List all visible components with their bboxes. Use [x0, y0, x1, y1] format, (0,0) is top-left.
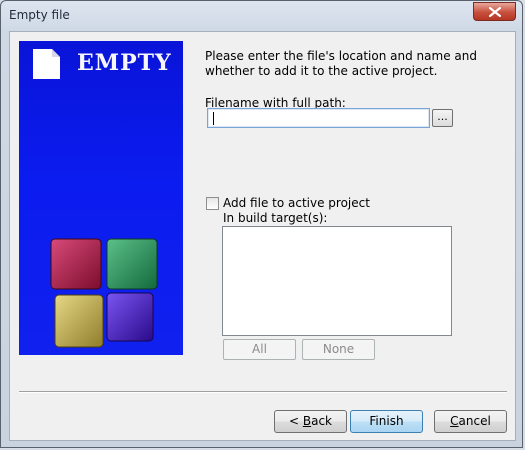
empty-file-dialog: Empty file EMPTY Please enter the file's…: [0, 0, 523, 448]
wizard-banner: EMPTY: [19, 41, 183, 355]
instruction-line-1: Please enter the file's location and nam…: [205, 49, 477, 63]
separator-line: [19, 391, 507, 393]
dialog-body: EMPTY Please enter the file's location a…: [9, 31, 516, 441]
cancel-button[interactable]: Cancel: [434, 410, 507, 433]
select-all-button[interactable]: All: [223, 339, 296, 360]
window-title: Empty file: [9, 8, 70, 22]
select-none-button[interactable]: None: [302, 339, 375, 360]
add-to-project-checkbox[interactable]: [206, 197, 219, 210]
build-targets-label: In build target(s):: [223, 211, 328, 225]
filename-input[interactable]: [207, 108, 430, 128]
close-x-icon: [489, 7, 501, 17]
finish-button[interactable]: Finish: [350, 410, 423, 433]
cancel-rest: ancel: [458, 414, 491, 428]
add-to-project-label[interactable]: Add file to active project: [223, 196, 370, 210]
text-caret: [213, 112, 214, 125]
close-button[interactable]: [473, 2, 516, 21]
back-mnemonic: B: [302, 414, 312, 428]
back-button[interactable]: < Back: [274, 410, 347, 433]
browse-button[interactable]: ...: [432, 109, 453, 127]
build-targets-list[interactable]: [222, 226, 452, 336]
document-icon: [33, 49, 60, 79]
title-bar[interactable]: Empty file: [1, 1, 522, 31]
cancel-mnemonic: C: [450, 414, 459, 428]
banner-title: EMPTY: [77, 50, 172, 76]
back-prefix: <: [288, 414, 303, 428]
back-rest: ack: [311, 414, 332, 428]
instruction-line-2: whether to add it to the active project.: [205, 64, 438, 78]
finish-label: Finish: [369, 414, 404, 428]
instructions-text: Please enter the file's location and nam…: [205, 49, 495, 79]
codeblocks-cubes-logo: [50, 238, 158, 348]
